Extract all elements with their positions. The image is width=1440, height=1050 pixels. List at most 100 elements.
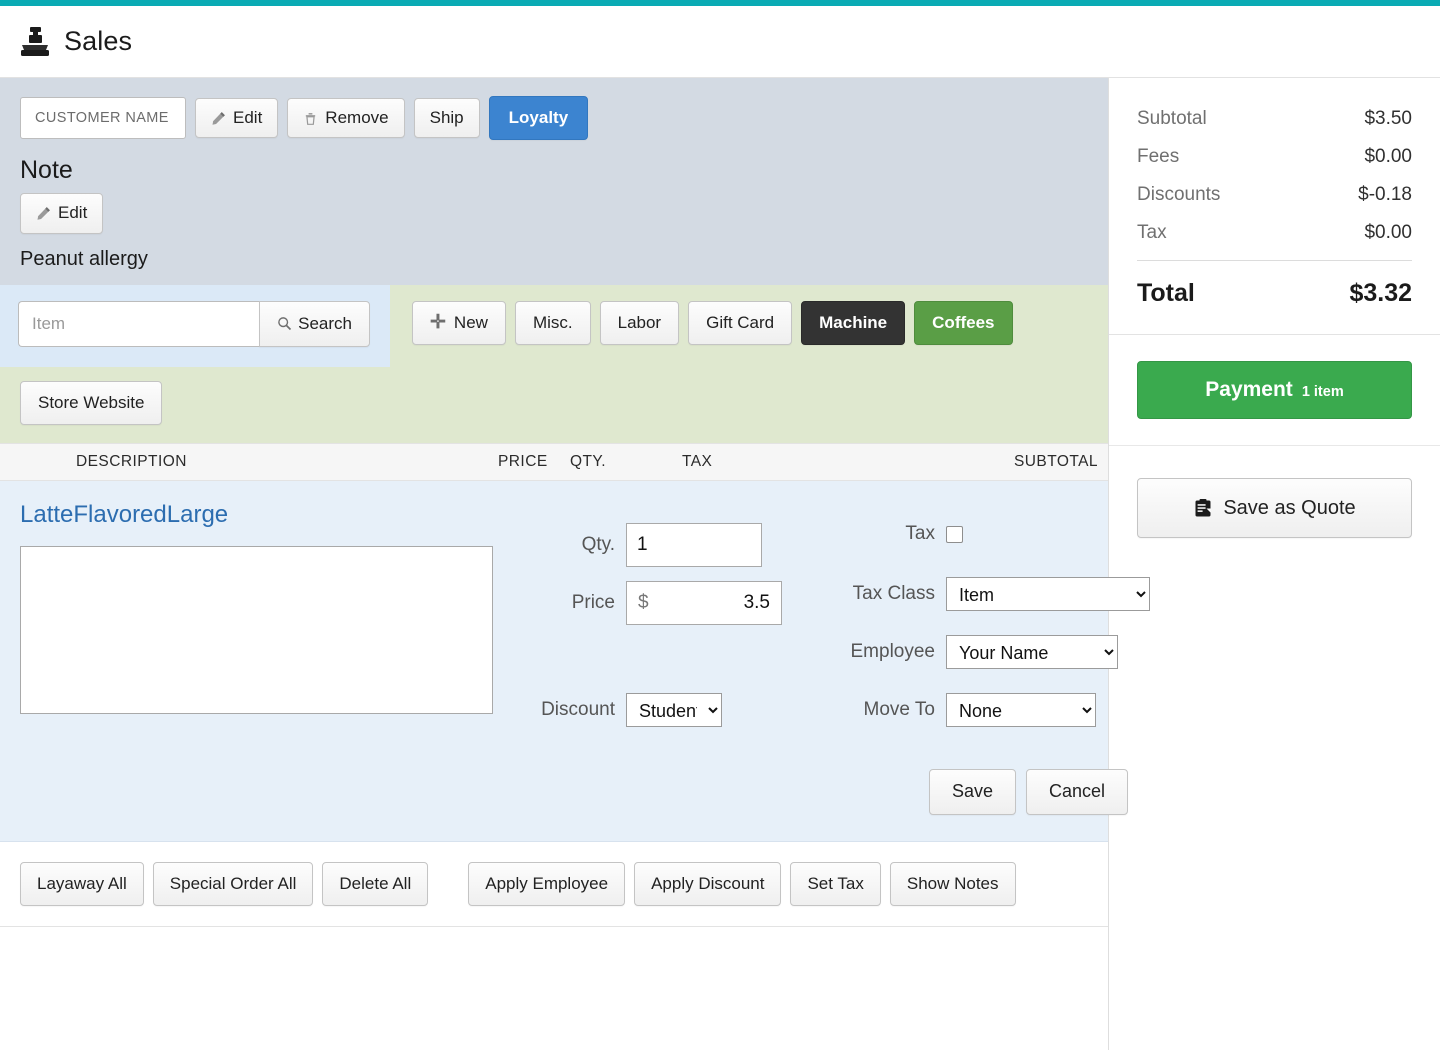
tax-class-select[interactable]: Item bbox=[946, 577, 1150, 612]
price-field-row: Price $ bbox=[520, 581, 782, 626]
discount-label: Discount bbox=[541, 699, 615, 721]
category-gift-card-button[interactable]: Gift Card bbox=[688, 300, 793, 346]
customer-section: Edit Remove Ship bbox=[0, 78, 1108, 285]
totals-row-discounts: Discounts $-0.18 bbox=[1137, 184, 1412, 206]
show-notes-button[interactable]: Show Notes bbox=[889, 861, 1016, 907]
item-save-button[interactable]: Save bbox=[928, 769, 1016, 815]
totals-row-tax: Tax $0.00 bbox=[1137, 222, 1412, 244]
apply-discount-button[interactable]: Apply Discount bbox=[634, 861, 782, 907]
layaway-all-label: Layaway All bbox=[37, 873, 127, 893]
column-header-qty: QTY. bbox=[570, 453, 606, 471]
note-text: Peanut allergy bbox=[20, 247, 148, 270]
app-titlebar: Sales bbox=[0, 6, 1440, 78]
show-notes-label: Show Notes bbox=[906, 873, 999, 893]
category-label: Labor bbox=[617, 312, 662, 332]
delete-all-label: Delete All bbox=[339, 873, 412, 893]
customer-loyalty-button[interactable]: Loyalty bbox=[488, 96, 589, 141]
totals-block: Subtotal $3.50 Fees $0.00 Discounts $-0.… bbox=[1109, 78, 1440, 335]
sales-app: Sales Edit bbox=[0, 0, 1440, 1050]
qty-input[interactable] bbox=[626, 523, 762, 568]
save-as-quote-button[interactable]: Save as Quote bbox=[1137, 478, 1412, 538]
tax-label: Tax bbox=[905, 523, 935, 545]
employee-select[interactable]: Your Name bbox=[946, 635, 1118, 670]
move-to-label: Move To bbox=[863, 699, 935, 721]
main-body: Edit Remove Ship bbox=[0, 78, 1440, 1050]
pencil-icon bbox=[36, 206, 51, 221]
customer-name-input[interactable] bbox=[20, 97, 186, 140]
currency-symbol: $ bbox=[638, 592, 649, 614]
column-header-price: PRICE bbox=[498, 453, 548, 471]
search-button-label: Search bbox=[298, 313, 352, 333]
item-note-textarea[interactable] bbox=[20, 546, 493, 715]
item-name-link[interactable]: LatteFlavoredLarge bbox=[20, 501, 520, 529]
cart-actions-left: Layaway All Special Order All Delete All bbox=[20, 861, 429, 907]
totals-row-total: Total $3.32 bbox=[1137, 279, 1412, 308]
trash-icon bbox=[303, 111, 318, 126]
search-and-categories: Search ✛ New Misc. Labor bbox=[0, 284, 1108, 367]
tax-total-label: Tax bbox=[1137, 222, 1167, 243]
category-new-button[interactable]: ✛ New bbox=[412, 300, 506, 346]
delete-all-button[interactable]: Delete All bbox=[322, 861, 429, 907]
move-to-select[interactable]: None bbox=[946, 693, 1096, 728]
customer-loyalty-label: Loyalty bbox=[508, 108, 569, 127]
category-buttons: ✛ New Misc. Labor Gift Card Machine Coff… bbox=[390, 285, 1013, 346]
store-website-button[interactable]: Store Website bbox=[20, 380, 163, 426]
left-column: Edit Remove Ship bbox=[0, 78, 1150, 1050]
save-as-quote-label: Save as Quote bbox=[1223, 497, 1356, 519]
payment-item-count: 1 item bbox=[1301, 384, 1344, 400]
apply-employee-button[interactable]: Apply Employee bbox=[468, 861, 626, 907]
plus-icon: ✛ bbox=[430, 312, 446, 334]
tax-class-label: Tax Class bbox=[852, 583, 935, 605]
item-form-actions: Save Cancel bbox=[520, 769, 1150, 815]
store-website-row: Store Website bbox=[0, 367, 1108, 426]
customer-edit-button[interactable]: Edit bbox=[195, 98, 279, 139]
column-header-description: DESCRIPTION bbox=[76, 453, 187, 471]
search-panel: Search bbox=[0, 284, 390, 367]
column-header-subtotal: SUBTOTAL bbox=[1014, 453, 1098, 471]
category-coffees-button[interactable]: Coffees bbox=[914, 300, 1013, 346]
customer-remove-label: Remove bbox=[325, 108, 389, 127]
store-website-label: Store Website bbox=[38, 392, 145, 412]
search-icon bbox=[277, 316, 292, 331]
qty-label: Qty. bbox=[581, 534, 615, 556]
search-group: Search bbox=[18, 300, 370, 347]
category-machine-button[interactable]: Machine bbox=[801, 300, 906, 346]
qty-field-row: Qty. bbox=[520, 523, 782, 568]
clipboard-icon bbox=[1193, 498, 1213, 518]
item-fields-pane: Qty. Price $ Discoun bbox=[520, 501, 1150, 815]
item-cancel-button[interactable]: Cancel bbox=[1025, 769, 1128, 815]
apply-employee-label: Apply Employee bbox=[485, 873, 609, 893]
search-button[interactable]: Search bbox=[259, 300, 370, 347]
totals-row-subtotal: Subtotal $3.50 bbox=[1137, 108, 1412, 130]
search-input[interactable] bbox=[18, 300, 260, 347]
employee-label: Employee bbox=[850, 641, 936, 663]
cash-register-icon bbox=[20, 26, 50, 58]
note-heading: Note bbox=[20, 156, 73, 185]
customer-remove-button[interactable]: Remove bbox=[287, 98, 405, 139]
special-order-all-button[interactable]: Special Order All bbox=[152, 861, 314, 907]
item-entry-section: Search ✛ New Misc. Labor bbox=[0, 284, 1108, 444]
tax-field-row: Tax bbox=[824, 523, 1150, 545]
customer-ship-button[interactable]: Ship bbox=[413, 98, 480, 139]
category-label: Misc. bbox=[532, 312, 573, 332]
employee-field-row: Employee Your Name bbox=[824, 635, 1150, 670]
item-fields-left: Qty. Price $ Discoun bbox=[520, 523, 782, 741]
price-input[interactable] bbox=[648, 592, 770, 615]
payment-section: Payment 1 item bbox=[1109, 335, 1440, 445]
set-tax-button[interactable]: Set Tax bbox=[790, 861, 881, 907]
order-summary-panel: Subtotal $3.50 Fees $0.00 Discounts $-0.… bbox=[1108, 78, 1440, 1050]
customer-toolbar: Edit Remove Ship bbox=[20, 96, 1088, 141]
price-label: Price bbox=[571, 592, 615, 614]
tax-checkbox[interactable] bbox=[946, 525, 963, 543]
payment-button[interactable]: Payment 1 item bbox=[1137, 361, 1412, 419]
special-order-all-label: Special Order All bbox=[169, 873, 297, 893]
set-tax-label: Set Tax bbox=[807, 873, 864, 893]
move-to-field-row: Move To None bbox=[824, 693, 1150, 728]
discounts-value: $-0.18 bbox=[1358, 184, 1412, 205]
category-labor-button[interactable]: Labor bbox=[599, 300, 680, 346]
total-value: $3.32 bbox=[1349, 279, 1412, 307]
note-edit-button[interactable]: Edit bbox=[20, 193, 104, 234]
discount-select[interactable]: Student bbox=[626, 693, 722, 728]
category-misc-button[interactable]: Misc. bbox=[514, 300, 591, 346]
layaway-all-button[interactable]: Layaway All bbox=[20, 861, 144, 907]
